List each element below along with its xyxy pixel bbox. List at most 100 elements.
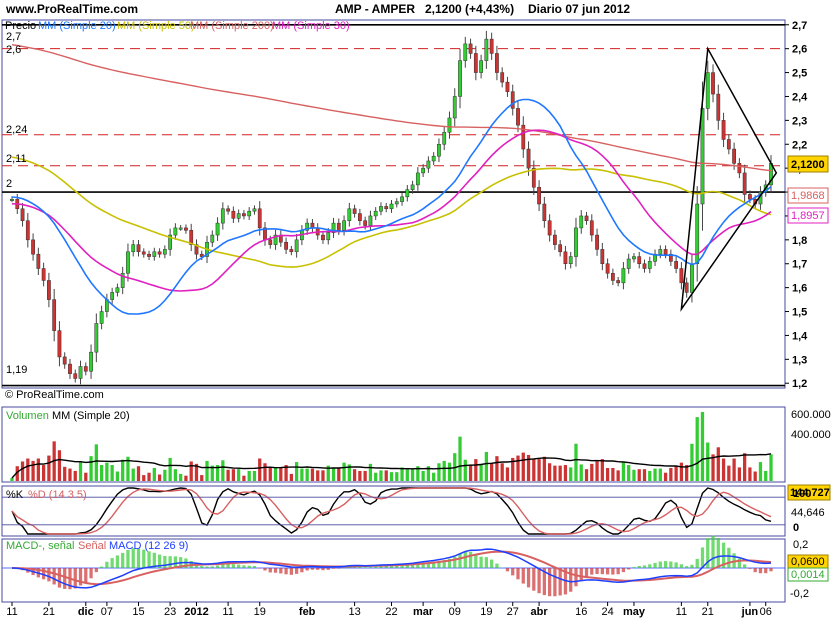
volume-bar-43 [237, 469, 241, 481]
volume-bar-55 [300, 468, 304, 481]
macd-hist-139 [743, 564, 747, 568]
vol-axis-600: 600.000 [791, 409, 831, 421]
legend-d: %D (14 3 5) [28, 489, 87, 501]
stoch-d-line [11, 487, 772, 535]
candle-body-136 [726, 139, 731, 150]
volume-bar-141 [753, 471, 757, 481]
candle-body-17 [99, 311, 104, 324]
macd-hist-91 [490, 559, 494, 568]
volume-bar-26 [147, 472, 151, 481]
candle-body-79 [426, 160, 431, 169]
macd-hist-106 [569, 568, 573, 592]
volume-bar-5 [36, 458, 40, 481]
volume-bar-113 [605, 467, 610, 481]
price-tick-label-12: 1,5 [792, 307, 807, 319]
volume-bar-87 [468, 464, 473, 481]
volume-bar-126 [674, 465, 678, 481]
macd-hist-43 [237, 564, 241, 568]
volume-bar-18 [105, 462, 109, 481]
candle-body-10 [62, 356, 67, 365]
volume-bar-124 [663, 472, 668, 481]
candle-body-116 [621, 268, 626, 284]
candle-body-82 [442, 132, 447, 145]
candle-body-108 [579, 215, 584, 229]
macd-hist-123 [658, 561, 662, 568]
macd-hist-56 [305, 568, 309, 571]
volume-bar-32 [179, 473, 183, 481]
volume-bar-144 [769, 454, 773, 481]
candle-body-47 [257, 208, 262, 229]
level-label-2-24: 2,24 [6, 124, 27, 136]
volume-bar-10 [63, 466, 67, 481]
macd-hist-126 [674, 562, 678, 568]
volume-bar-83 [447, 462, 452, 481]
macd-hist-16 [94, 568, 98, 573]
price-tick-label-13: 1,4 [792, 330, 808, 342]
x-tick-label-21: 21 [702, 606, 714, 618]
candle-body-112 [600, 249, 605, 264]
candle-body-27 [152, 251, 157, 257]
candle-body-14 [83, 366, 88, 372]
candle-body-102 [547, 220, 552, 236]
volume-bar-92 [495, 456, 499, 481]
volume-bar-50 [273, 467, 278, 481]
x-tick-label-4: 15 [132, 606, 144, 618]
macd-hist-131 [700, 547, 705, 568]
macd-hist-98 [526, 568, 531, 588]
macd-hist-68 [368, 567, 373, 568]
watermark: © ProRealTime.com [5, 389, 104, 401]
volume-bar-132 [706, 442, 710, 481]
macd-hist-127 [679, 564, 684, 568]
volume-bar-107 [574, 443, 578, 481]
candle-body-81 [437, 144, 441, 157]
candle-body-98 [526, 148, 531, 169]
volume-bar-137 [732, 458, 736, 481]
volume-bar-131 [700, 412, 705, 481]
macd-hist-61 [331, 568, 336, 569]
candle-body-90 [484, 38, 489, 61]
legend-ma20: MM (Simple 20) [38, 20, 116, 32]
legend-macd-hist: MACD-, señal [6, 540, 74, 552]
candle-body-28 [157, 251, 162, 255]
macd-hist-54 [294, 568, 299, 574]
price-tick-label-15: 1,2 [792, 378, 807, 390]
volume-bar-33 [184, 475, 188, 481]
candle-body-93 [500, 72, 505, 83]
macd-hist-36 [200, 566, 204, 568]
macd-hist-20 [115, 555, 120, 568]
macd-hist-48 [263, 568, 267, 571]
price-tick-label-1: 2,6 [792, 44, 807, 56]
macd-hist-62 [337, 568, 341, 569]
volume-bar-123 [658, 468, 662, 481]
volume-bar-69 [374, 472, 378, 481]
candle-body-71 [384, 206, 389, 210]
volume-bar-100 [537, 459, 541, 481]
level-label-2-6: 2,6 [6, 44, 21, 56]
candle-body-91 [489, 38, 494, 54]
candle-body-69 [373, 210, 378, 217]
macd-hist-50 [273, 568, 278, 573]
macd-hist-10 [63, 568, 67, 589]
volume-bar-125 [669, 467, 673, 481]
volume-bar-11 [68, 468, 72, 481]
x-tick-label-14: 19 [480, 606, 492, 618]
price-tick-label-3: 2,4 [792, 91, 808, 103]
x-tick-label-7: 11 [222, 606, 233, 618]
candle-body-33 [184, 227, 188, 231]
x-tick-label-15: 27 [507, 606, 519, 618]
volume-bar-13 [78, 461, 83, 481]
candle-body-103 [553, 234, 557, 245]
candle-body-134 [716, 93, 721, 121]
macd-hist-57 [310, 568, 315, 570]
candle-body-99 [531, 167, 536, 188]
volume-bar-109 [584, 469, 589, 481]
tag-ma30-text: 1,8957 [791, 210, 825, 222]
x-tick-label-10: 13 [348, 606, 360, 618]
triangle-pattern [680, 46, 778, 312]
volume-bar-119 [637, 469, 641, 481]
macd-hist-122 [653, 562, 657, 568]
macd-hist-121 [648, 564, 652, 568]
candle-body-113 [605, 263, 610, 274]
volume-bar-65 [352, 469, 357, 481]
candle-body-111 [595, 234, 599, 250]
